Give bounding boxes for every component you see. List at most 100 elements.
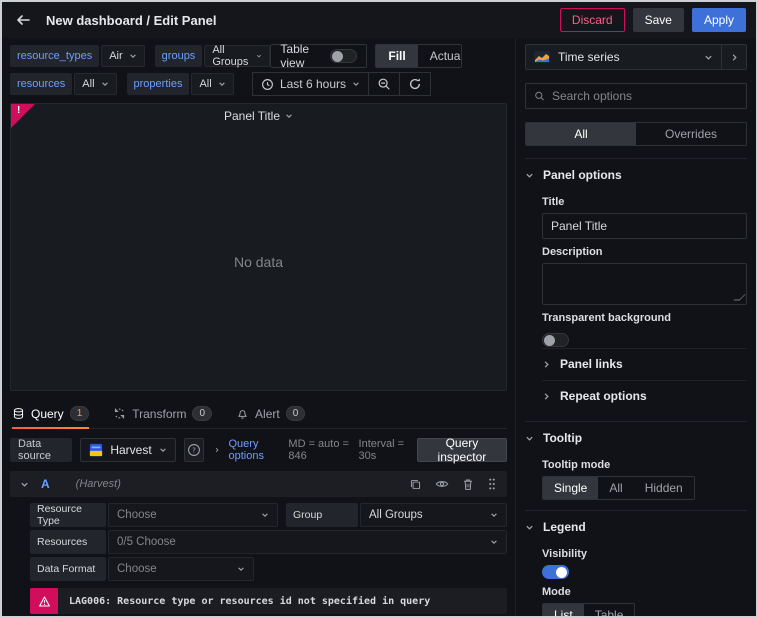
time-controls: Last 6 hours	[251, 72, 431, 96]
warning-message: LAG006: Resource type or resources id no…	[69, 595, 431, 607]
apply-button[interactable]: Apply	[691, 8, 746, 32]
search-icon	[535, 91, 544, 101]
actual-option[interactable]: Actual	[418, 45, 461, 67]
options-search[interactable]	[525, 83, 747, 109]
legend-mode-list[interactable]: List	[543, 604, 584, 616]
query-ref-id[interactable]: A	[41, 477, 50, 491]
question-circle-icon: ?	[188, 444, 201, 456]
transparent-bg-label: Transparent background	[542, 312, 671, 324]
database-icon	[13, 408, 24, 419]
panel-title-input[interactable]	[542, 213, 747, 239]
refresh-button[interactable]	[399, 72, 431, 96]
resources-label: Resources	[30, 530, 106, 554]
tooltip-mode-group: Single All Hidden	[542, 476, 695, 500]
variable-resource-types: resource_types Air	[10, 45, 145, 67]
chevron-down-icon	[491, 513, 497, 517]
options-sidebar: Time series All Overrides Panel opt	[515, 38, 756, 616]
variable-label[interactable]: groups	[154, 45, 203, 67]
variable-value-dropdown[interactable]: All	[74, 73, 117, 95]
tooltip-header[interactable]: Tooltip	[525, 424, 747, 452]
grafana-edit-panel-window: New dashboard / Edit Panel Discard Save …	[0, 0, 758, 618]
query-row-header: A (Harvest)	[10, 471, 507, 497]
panel-options-header[interactable]: Panel options	[525, 161, 747, 189]
refresh-icon	[409, 78, 421, 90]
drag-handle-icon[interactable]	[487, 477, 497, 491]
chevron-down-icon	[526, 525, 533, 530]
variable-label[interactable]: resources	[10, 73, 73, 95]
transparent-bg-toggle[interactable]	[542, 333, 569, 347]
chevron-down-icon	[101, 82, 108, 86]
data-format-row: Data Format Choose	[30, 557, 507, 581]
chevron-down-icon	[526, 436, 533, 441]
tooltip-mode-single[interactable]: Single	[543, 477, 599, 499]
top-header: New dashboard / Edit Panel Discard Save …	[2, 2, 756, 38]
variable-label[interactable]: resource_types	[10, 45, 100, 67]
transform-icon	[115, 408, 125, 419]
variable-resources: resources All	[10, 73, 117, 95]
collapse-pane-button[interactable]	[721, 45, 746, 69]
query-inspector-button[interactable]: Query inspector	[416, 436, 507, 464]
page-title: New dashboard / Edit Panel	[46, 12, 217, 28]
panel-title-menu[interactable]: Panel Title	[11, 109, 506, 123]
chevron-down-icon	[705, 55, 712, 60]
resource-type-label: Resource Type	[30, 503, 106, 527]
tooltip-mode-label: Tooltip mode	[542, 459, 611, 471]
discard-button[interactable]: Discard	[559, 8, 625, 32]
back-arrow-icon[interactable]	[12, 9, 34, 31]
options-search-input[interactable]	[551, 89, 738, 103]
data-format-select[interactable]: Choose	[108, 557, 254, 581]
repeat-options-section[interactable]: Repeat options	[542, 380, 747, 411]
chevron-down-icon	[491, 540, 497, 544]
legend-mode-table[interactable]: Table	[584, 604, 635, 616]
variable-value-dropdown[interactable]: All	[191, 73, 234, 95]
visualization-picker[interactable]: Time series	[526, 45, 721, 69]
tab-transform[interactable]: Transform 0	[113, 399, 213, 428]
tab-alert[interactable]: Alert 0	[236, 399, 306, 428]
group-select[interactable]: All Groups	[360, 503, 507, 527]
tab-query[interactable]: Query 1	[12, 399, 90, 429]
resource-type-select[interactable]: Choose	[108, 503, 278, 527]
delete-query-icon[interactable]	[462, 478, 474, 491]
datasource-help-button[interactable]: ?	[183, 438, 205, 462]
fill-option[interactable]: Fill	[376, 45, 418, 67]
variable-value-dropdown[interactable]: Air	[101, 45, 145, 67]
collapse-query-icon[interactable]	[20, 480, 29, 489]
variable-value-dropdown[interactable]: All Groups	[204, 44, 271, 68]
save-button[interactable]: Save	[632, 8, 684, 32]
no-data-message: No data	[233, 254, 284, 270]
duplicate-query-icon[interactable]	[409, 478, 422, 491]
legend-visibility-label: Visibility	[542, 548, 588, 560]
tab-overrides[interactable]: Overrides	[636, 123, 746, 145]
time-range-picker[interactable]: Last 6 hours	[251, 72, 369, 96]
datasource-label: Data source	[10, 438, 73, 462]
panel-links-section[interactable]: Panel links	[542, 348, 747, 379]
chevron-right-icon	[216, 447, 219, 453]
zoom-out-button[interactable]	[368, 72, 400, 96]
editor-tabs: Query 1 Transform 0 Alert 0	[10, 399, 507, 429]
zoom-out-icon	[378, 78, 390, 90]
tooltip-mode-hidden[interactable]: Hidden	[634, 477, 694, 499]
query-options-toggle[interactable]: Query options MD = auto = 846 Interval =…	[214, 438, 408, 462]
variable-label[interactable]: properties	[126, 73, 190, 95]
variable-properties: properties All	[126, 73, 234, 95]
tab-all-options[interactable]: All	[526, 123, 636, 145]
resource-type-row: Resource Type Choose Group All Groups	[30, 503, 507, 527]
variables-row-2: resources All properties All Last 6 hour…	[10, 72, 507, 96]
hide-query-icon[interactable]	[435, 477, 449, 491]
description-textarea[interactable]	[542, 263, 747, 305]
bell-icon	[238, 410, 247, 419]
data-format-label: Data Format	[30, 557, 106, 581]
chevron-right-icon	[544, 392, 549, 400]
query-warning: LAG006: Resource type or resources id no…	[30, 588, 507, 614]
datasource-picker[interactable]: Harvest	[80, 438, 176, 462]
legend-visibility-toggle[interactable]	[542, 565, 569, 579]
warning-triangle-icon	[30, 588, 58, 614]
legend-header[interactable]: Legend	[525, 513, 747, 541]
table-view-toggle[interactable]	[330, 49, 358, 63]
resources-row: Resources 0/5 Choose	[30, 530, 507, 554]
table-view-toggle-group[interactable]: Table view	[270, 42, 368, 70]
legend-mode-group: List Table	[542, 603, 636, 616]
section-panel-options: Panel options Title Description Transpar…	[525, 158, 747, 421]
tooltip-mode-all[interactable]: All	[598, 477, 633, 499]
resources-select[interactable]: 0/5 Choose	[108, 530, 507, 554]
